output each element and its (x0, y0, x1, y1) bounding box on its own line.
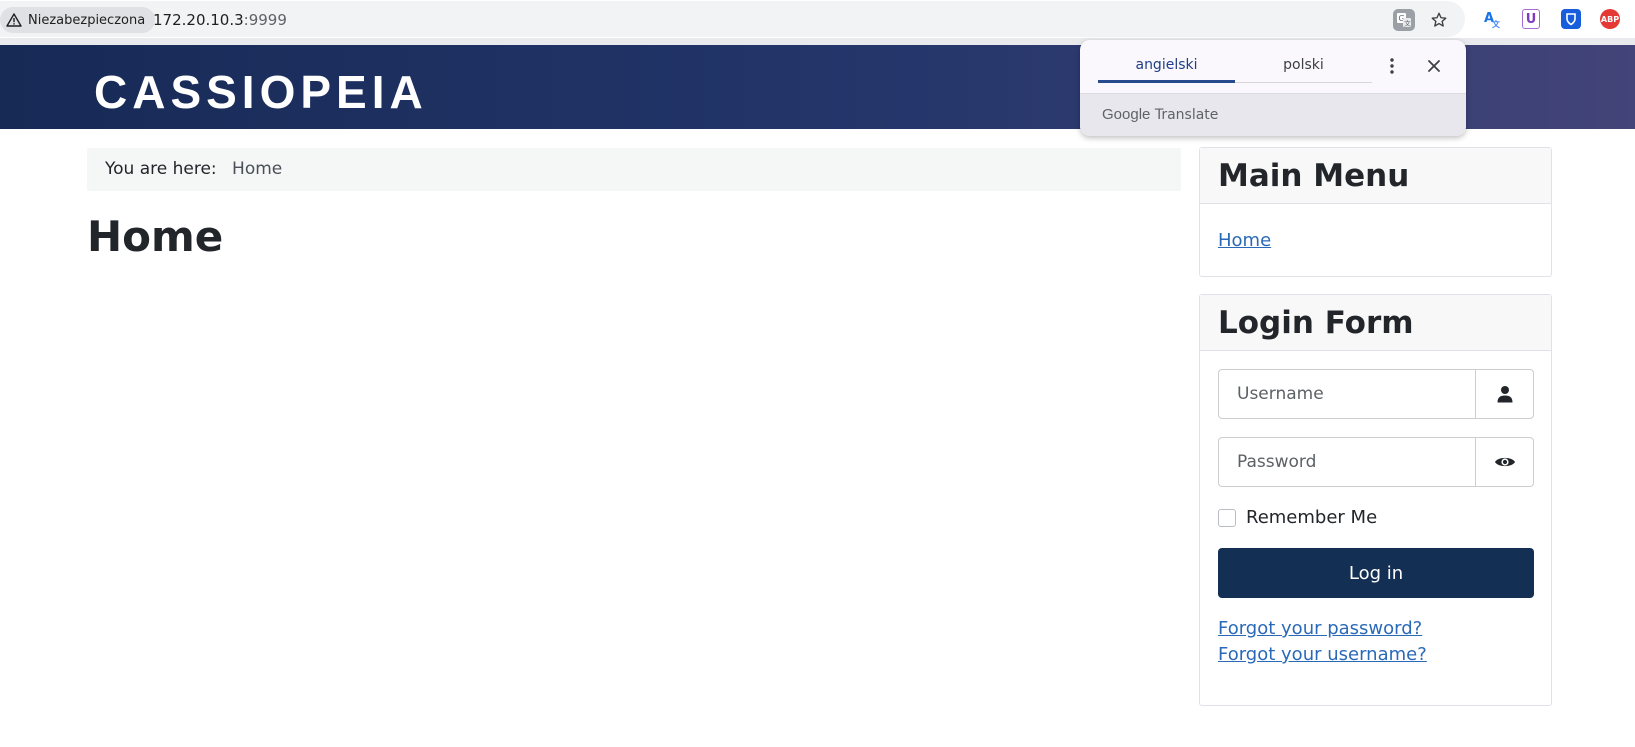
eye-icon[interactable] (1475, 438, 1533, 486)
security-indicator[interactable]: Niezabezpieczona (0, 7, 156, 33)
language-tabs: angielski polski (1098, 40, 1372, 83)
tab-source-language[interactable]: angielski (1098, 57, 1235, 73)
login-form-card: Login Form Remember Me Log in Forgot you… (1199, 294, 1552, 706)
breadcrumb: You are here: Home (87, 148, 1181, 191)
google-wordmark: Google (1102, 106, 1151, 123)
tab-target-language[interactable]: polski (1235, 57, 1372, 73)
address-bar[interactable]: Niezabezpieczona 172.20.10.3:9999 G文 (0, 1, 1465, 37)
translate-icon[interactable]: G文 (1393, 9, 1415, 31)
page-title: Home (87, 212, 224, 261)
remember-me-label: Remember Me (1246, 507, 1378, 528)
username-field-group (1218, 369, 1534, 419)
url-host: 172.20.10.3 (153, 11, 244, 29)
translate-wordmark: Translate (1154, 107, 1219, 123)
warning-icon (6, 12, 22, 28)
forgot-password-link[interactable]: Forgot your password? (1218, 618, 1422, 639)
user-icon (1475, 370, 1533, 418)
remember-me[interactable]: Remember Me (1218, 507, 1377, 528)
u-extension-label: U (1525, 11, 1537, 27)
breadcrumb-prefix: You are here: (105, 159, 217, 179)
bitwarden-extension-icon[interactable] (1561, 9, 1581, 29)
security-label: Niezabezpieczona (28, 12, 146, 28)
password-field-group (1218, 437, 1534, 487)
abp-label: ABP (1600, 14, 1620, 24)
close-icon[interactable] (1422, 54, 1446, 78)
remember-me-checkbox[interactable] (1218, 508, 1236, 527)
main-menu-card: Main Menu Home (1199, 147, 1552, 277)
translate-footer: Google Translate (1080, 93, 1466, 136)
url-port: :9999 (243, 11, 287, 29)
active-tab-indicator (1098, 80, 1235, 83)
svg-text:文: 文 (1404, 19, 1411, 28)
u-extension-icon[interactable]: U (1522, 9, 1540, 29)
svg-text:文: 文 (1492, 19, 1501, 29)
translate-popup: angielski polski Google Translate (1080, 40, 1466, 136)
breadcrumb-item-home: Home (232, 159, 283, 179)
site-logo[interactable]: CASSIOPEIA (94, 65, 428, 119)
forgot-username-link[interactable]: Forgot your username? (1218, 644, 1427, 665)
more-options-icon[interactable] (1380, 54, 1404, 78)
url-text[interactable]: 172.20.10.3:9999 (153, 11, 287, 29)
star-icon[interactable] (1428, 9, 1450, 31)
adblock-plus-extension-icon[interactable]: ABP (1600, 9, 1620, 29)
password-input[interactable] (1219, 438, 1475, 486)
login-button[interactable]: Log in (1218, 548, 1534, 598)
google-translate-extension-icon[interactable]: A文 (1482, 8, 1504, 30)
browser-toolbar: Niezabezpieczona 172.20.10.3:9999 G文 A文 … (0, 0, 1635, 38)
google-translate-branding: Google Translate (1102, 106, 1218, 123)
main-menu-title: Main Menu (1200, 148, 1551, 204)
username-input[interactable] (1219, 370, 1475, 418)
login-form-title: Login Form (1200, 295, 1551, 351)
menu-item-home[interactable]: Home (1218, 230, 1271, 251)
